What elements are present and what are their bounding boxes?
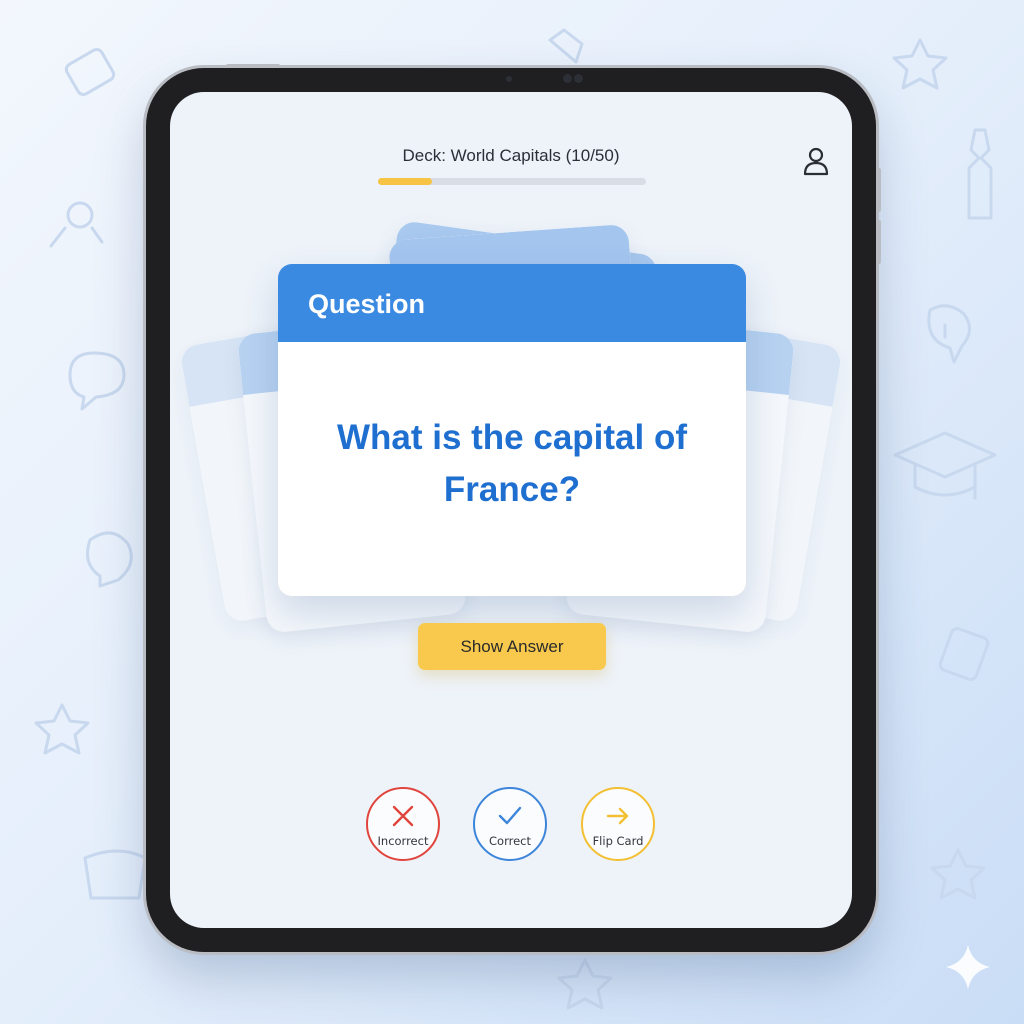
- app-screen: Deck: World Capitals (10/50) Question Wh…: [170, 92, 852, 928]
- flip-card-label: Flip Card: [592, 834, 644, 848]
- user-icon[interactable]: [802, 146, 830, 176]
- deck-title: Deck: World Capitals (10/50): [402, 146, 620, 165]
- incorrect-button[interactable]: Incorrect: [366, 787, 440, 861]
- deck-progress-fill: [378, 178, 432, 185]
- correct-label: Correct: [489, 834, 531, 848]
- close-icon: [392, 805, 414, 827]
- volume-button: [877, 168, 881, 212]
- deck-progress-bar: [378, 178, 646, 185]
- show-answer-button[interactable]: Show Answer: [418, 623, 606, 670]
- flip-card-button[interactable]: Flip Card: [581, 787, 655, 861]
- camera-icon: [563, 74, 572, 83]
- arrow-right-icon: [606, 807, 629, 825]
- correct-button[interactable]: Correct: [473, 787, 547, 861]
- volume-button: [877, 220, 881, 264]
- camera-icon: [574, 74, 583, 83]
- incorrect-label: Incorrect: [377, 834, 429, 848]
- card-header: Question: [278, 264, 746, 342]
- power-button: [226, 64, 280, 68]
- question-text: What is the capital of France?: [336, 418, 688, 509]
- tablet-device: Deck: World Capitals (10/50) Question Wh…: [146, 64, 881, 952]
- camera-icon: [506, 76, 512, 82]
- check-icon: [498, 806, 522, 825]
- flashcard[interactable]: Question What is the capital of France?: [278, 264, 746, 596]
